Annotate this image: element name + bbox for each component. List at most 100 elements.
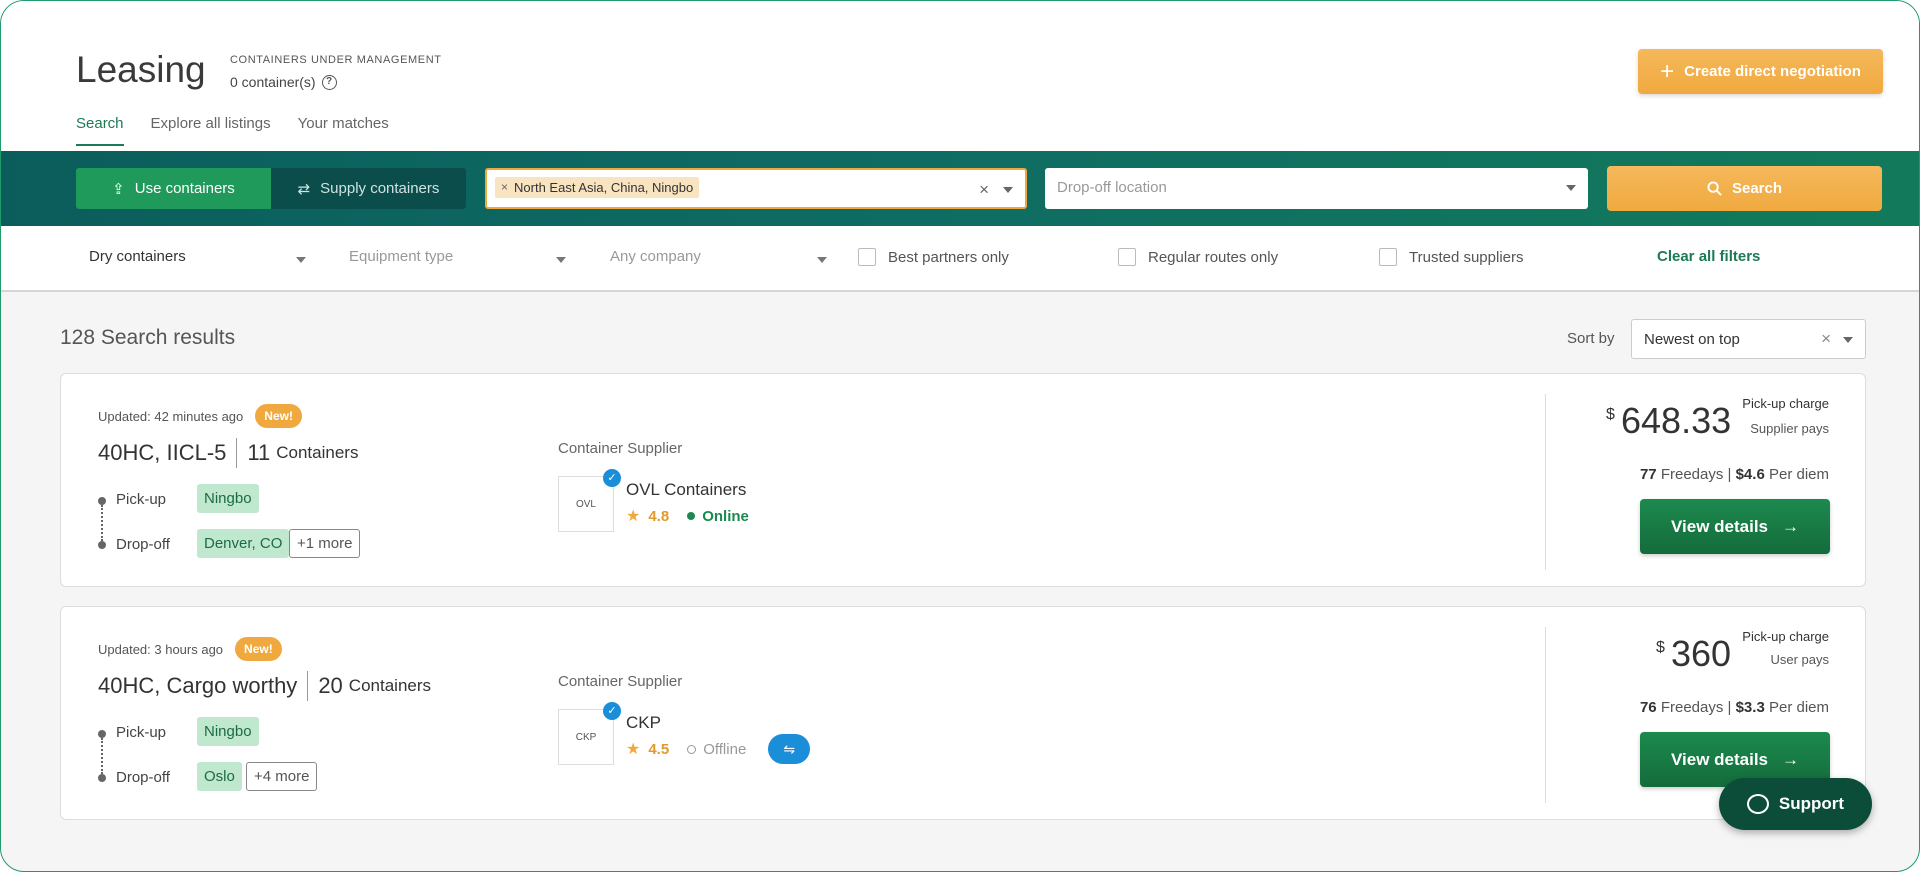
price-amount: 648.33	[1621, 400, 1732, 441]
listing-title-text: 40HC, IICL-5	[98, 440, 227, 465]
title-divider	[236, 438, 238, 468]
pickup-dot	[98, 497, 106, 505]
freedays-info: 77 Freedays | $4.6 Per diem	[1639, 466, 1829, 483]
tab-your-matches[interactable]: Your matches	[298, 115, 389, 146]
verified-icon: ✓	[603, 469, 621, 487]
dropoff-placeholder: Drop-off location	[1057, 179, 1167, 196]
supplier-logo-text: OVL	[575, 498, 596, 510]
supplier-logo[interactable]: CKP ✓	[558, 702, 621, 765]
arrow-right-icon: →	[1782, 516, 1799, 536]
containers-under-management-label: CONTAINERS UNDER MANAGEMENT	[230, 54, 442, 66]
support-button[interactable]: Support	[1719, 778, 1872, 830]
help-icon[interactable]: ?	[321, 74, 337, 90]
per-diem-label: Per diem	[1768, 466, 1829, 483]
company-placeholder: Any company	[610, 248, 701, 265]
use-containers-button[interactable]: ⇪ Use containers	[76, 168, 271, 209]
supplier-logo[interactable]: OVL ✓	[558, 469, 621, 532]
regular-routes-checkbox[interactable]: Regular routes only	[1118, 248, 1278, 266]
container-quantity: 11	[247, 440, 271, 465]
pickup-chip-label: North East Asia, China, Ningbo	[514, 180, 694, 195]
price-currency: $	[1606, 406, 1615, 423]
listing-card: Updated: 42 minutes ago New! 40HC, IICL-…	[60, 373, 1866, 587]
dropoff-dot	[98, 541, 106, 549]
container-quantity: 20	[318, 673, 343, 698]
filter-bar: Dry containers Equipment type Any compan…	[1, 226, 1919, 292]
listing-title: 40HC, IICL-5 11 Containers	[98, 438, 358, 468]
results-count: 128 Search results	[60, 326, 236, 349]
tab-search[interactable]: Search	[76, 115, 124, 146]
mode-toggle: ⇪ Use containers ⇄ Supply containers	[76, 168, 466, 209]
dropoff-tag: Oslo	[197, 762, 242, 791]
rating-value: 4.5	[648, 740, 670, 758]
star-icon: ★	[626, 508, 641, 525]
create-direct-negotiation-button[interactable]: + Create direct negotiation	[1638, 49, 1883, 94]
supplier-rating: ★ 4.5 Offline ⇋	[626, 734, 811, 764]
pickup-tag: Ningbo	[197, 484, 259, 513]
freedays-label: Freedays	[1660, 699, 1724, 716]
app-frame: Leasing CONTAINERS UNDER MANAGEMENT 0 co…	[0, 0, 1920, 872]
freedays-value: 76	[1639, 699, 1657, 716]
best-partners-checkbox[interactable]: Best partners only	[858, 248, 1009, 266]
search-icon	[1707, 181, 1722, 196]
container-type-value: Dry containers	[89, 248, 186, 265]
updated-text: Updated: 3 hours ago	[98, 641, 224, 657]
pickup-location-select[interactable]: × North East Asia, China, Ningbo ×	[485, 168, 1027, 209]
supplier-logo-text: CKP	[575, 731, 597, 743]
pickup-tag: Ningbo	[197, 717, 259, 746]
search-band: ⇪ Use containers ⇄ Supply containers × N…	[1, 151, 1919, 226]
dropoff-tag: Denver, CO	[197, 529, 290, 558]
chevron-down-icon[interactable]	[1566, 185, 1576, 191]
trusted-suppliers-label: Trusted suppliers	[1409, 248, 1524, 266]
trusted-suppliers-checkbox[interactable]: Trusted suppliers	[1379, 248, 1524, 266]
upload-icon: ⇪	[112, 180, 125, 198]
chevron-down-icon[interactable]	[1003, 187, 1013, 193]
clear-icon[interactable]: ×	[1821, 329, 1831, 349]
sort-select[interactable]: Newest on top ×	[1631, 319, 1866, 359]
view-details-label: View details	[1670, 516, 1768, 536]
view-details-button[interactable]: View details →	[1640, 499, 1830, 554]
route-line	[101, 738, 103, 774]
updated-time: Updated: 3 hours ago New!	[98, 637, 282, 661]
charge-label: Pick-up charge	[1742, 396, 1829, 411]
supply-containers-label: Supply containers	[320, 180, 440, 197]
listing-card: Updated: 3 hours ago New! 40HC, Cargo wo…	[60, 606, 1866, 820]
page-title: Leasing	[76, 49, 206, 90]
tab-explore-all-listings[interactable]: Explore all listings	[151, 115, 271, 146]
container-type-dropdown[interactable]: Dry containers	[89, 248, 307, 265]
checkbox-box[interactable]	[1379, 248, 1397, 266]
handshake-icon[interactable]: ⇋	[768, 734, 811, 764]
view-details-label: View details	[1670, 749, 1768, 769]
container-count: 0 container(s) ?	[230, 74, 337, 90]
checkbox-box[interactable]	[858, 248, 876, 266]
use-containers-label: Use containers	[134, 180, 235, 197]
pickup-label: Pick-up	[116, 724, 167, 741]
chevron-down-icon	[556, 257, 566, 263]
search-button[interactable]: Search	[1607, 166, 1882, 211]
clear-all-filters-link[interactable]: Clear all filters	[1657, 248, 1760, 265]
supplier-name[interactable]: OVL Containers	[626, 480, 746, 500]
sort-value: Newest on top	[1644, 331, 1740, 348]
equipment-type-dropdown[interactable]: Equipment type	[349, 248, 567, 265]
supplier-rating: ★ 4.8 Online	[626, 506, 749, 526]
card-divider	[1545, 394, 1546, 570]
supplier-name[interactable]: CKP	[626, 713, 661, 733]
chevron-down-icon[interactable]	[1843, 337, 1853, 343]
supply-containers-button[interactable]: ⇄ Supply containers	[271, 168, 466, 209]
more-destinations-button[interactable]: +4 more	[246, 762, 318, 791]
company-dropdown[interactable]: Any company	[610, 248, 828, 265]
checkbox-box[interactable]	[1118, 248, 1136, 266]
chip-remove-icon[interactable]: ×	[501, 180, 508, 195]
new-badge: New!	[255, 404, 302, 428]
dropoff-dot	[98, 774, 106, 782]
dropoff-location-select[interactable]: Drop-off location	[1045, 168, 1588, 209]
updated-time: Updated: 42 minutes ago New!	[98, 404, 302, 428]
equipment-type-placeholder: Equipment type	[349, 248, 454, 265]
supplier-label: Container Supplier	[558, 440, 683, 457]
freedays-info: 76 Freedays | $3.3 Per diem	[1639, 699, 1829, 716]
support-label: Support	[1778, 794, 1845, 813]
chevron-down-icon	[817, 257, 827, 263]
clear-icon[interactable]: ×	[979, 180, 989, 200]
pickup-label: Pick-up	[116, 491, 167, 508]
payer-label: User pays	[1770, 652, 1829, 667]
more-destinations-button[interactable]: +1 more	[289, 529, 361, 558]
